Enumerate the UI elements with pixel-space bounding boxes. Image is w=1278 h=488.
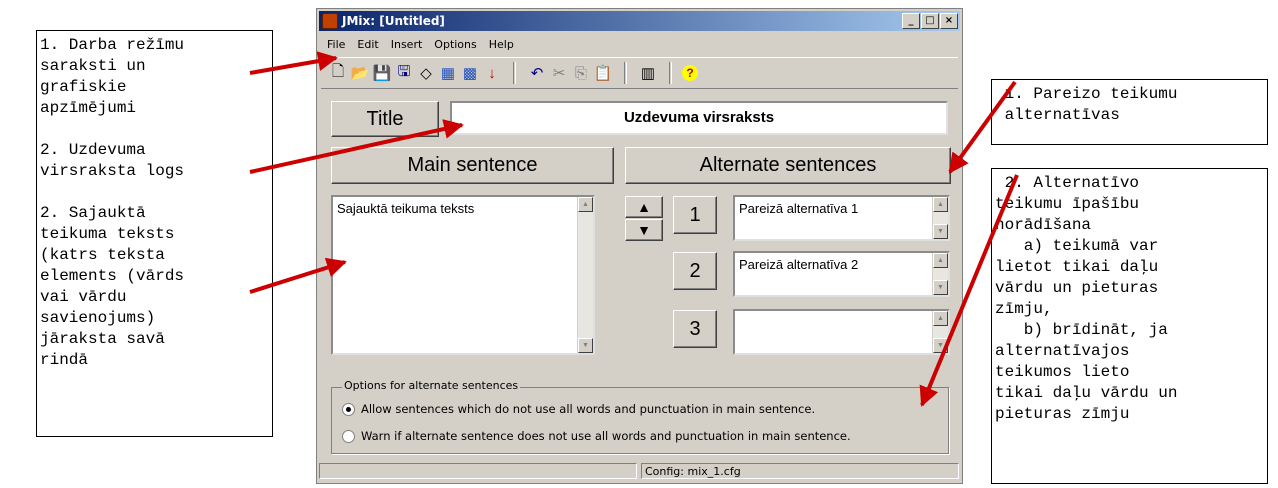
arrow-to-title <box>249 119 464 174</box>
annotation-arrows <box>249 51 1019 407</box>
arrow-to-options <box>919 174 1019 407</box>
arrow-to-main-sentence <box>249 257 347 294</box>
arrow-to-toolbar <box>249 51 338 75</box>
arrow-to-alternatives <box>948 80 1017 174</box>
